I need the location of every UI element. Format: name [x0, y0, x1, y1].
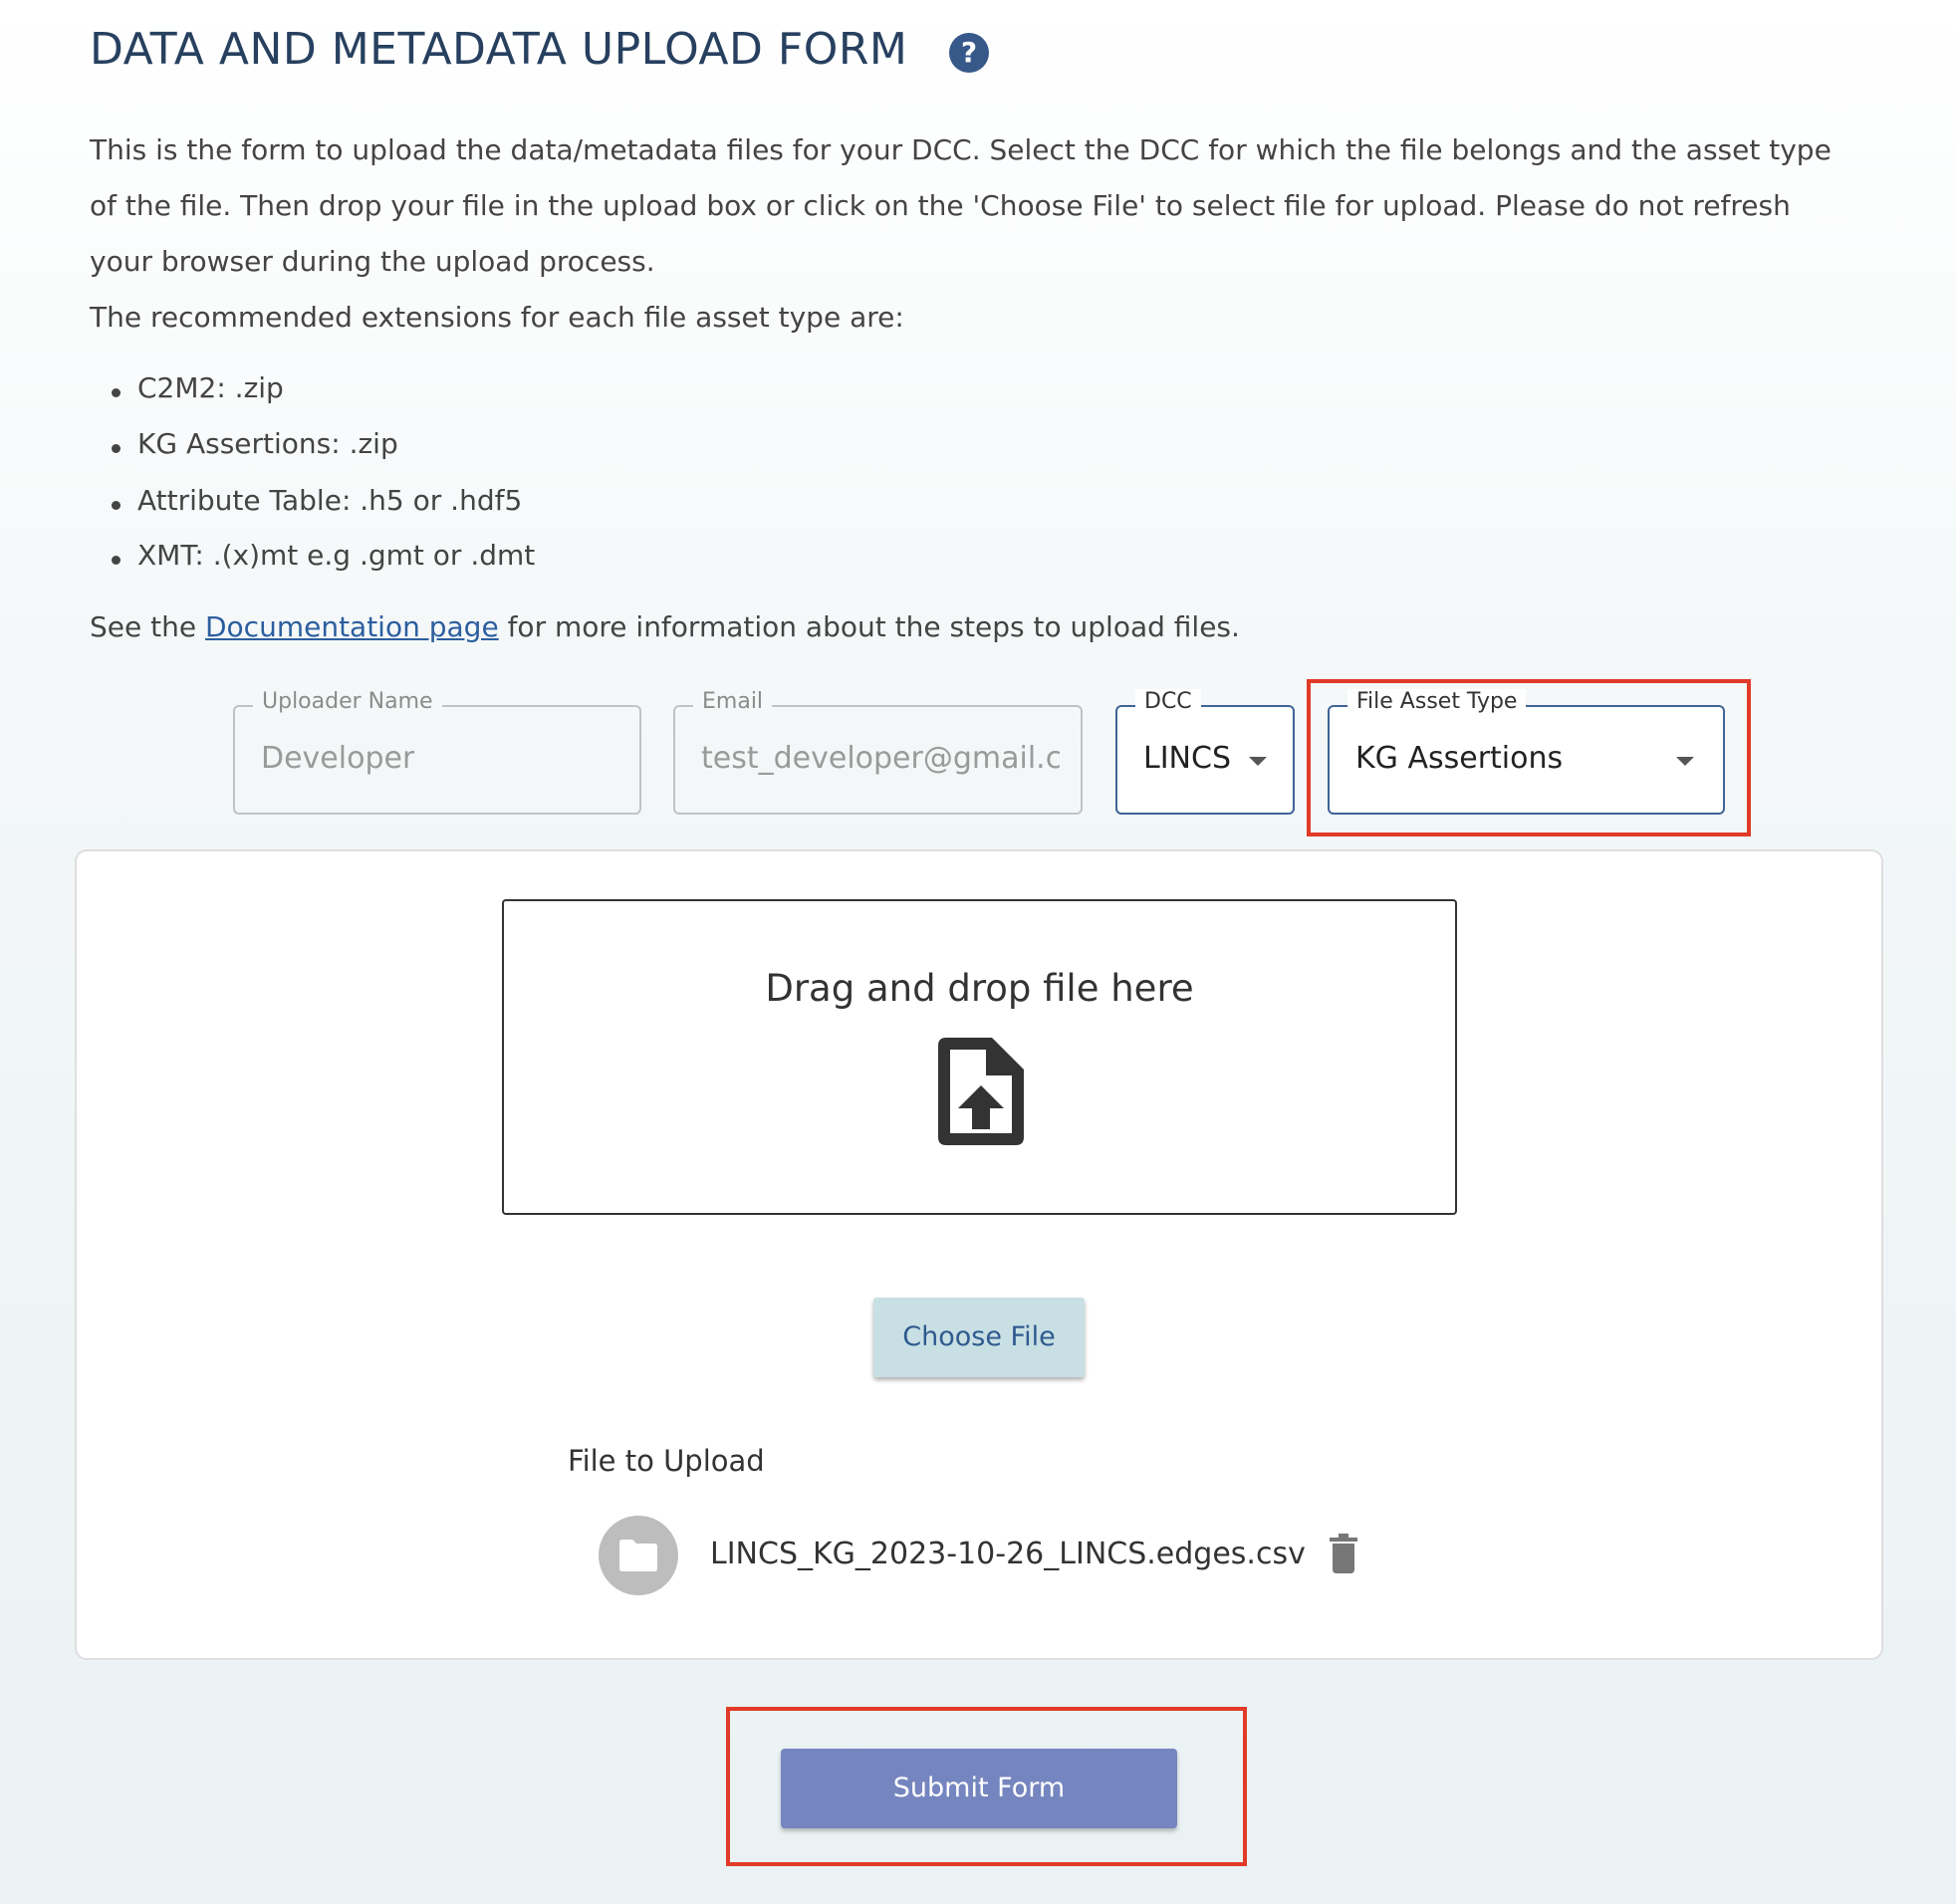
email-label: Email — [693, 689, 773, 714]
intro-line: of the file. Then drop your file in the … — [90, 189, 1791, 222]
uploader-name-field[interactable]: Uploader Name Developer — [233, 689, 641, 815]
extension-item: C2M2: .zip — [112, 371, 284, 404]
dropzone[interactable]: Drag and drop file here — [502, 899, 1457, 1215]
submit-form-button[interactable]: Submit Form — [781, 1749, 1177, 1828]
doc-prefix: See the — [90, 610, 197, 643]
intro-line: This is the form to upload the data/meta… — [90, 133, 1832, 166]
dcc-label: DCC — [1135, 689, 1201, 714]
extension-text: Attribute Table: .h5 or .hdf5 — [137, 484, 523, 517]
dcc-value: LINCS — [1143, 741, 1231, 776]
doc-suffix: for more information about the steps to … — [507, 610, 1240, 643]
file-asset-type-label: File Asset Type — [1347, 689, 1527, 714]
trash-icon[interactable] — [1330, 1534, 1357, 1573]
extension-text: KG Assertions: .zip — [137, 427, 398, 460]
file-upload-icon — [938, 1038, 1024, 1145]
question-circle-icon[interactable]: ? — [949, 33, 989, 73]
extension-item: Attribute Table: .h5 or .hdf5 — [112, 484, 522, 517]
documentation-link[interactable]: Documentation page — [205, 610, 499, 643]
file-asset-type-select[interactable]: File Asset Type KG Assertions — [1328, 689, 1725, 815]
intro-line: The recommended extensions for each file… — [90, 301, 904, 334]
intro-line: your browser during the upload process. — [90, 245, 655, 278]
uploader-name-label: Uploader Name — [253, 689, 442, 714]
file-name: LINCS_KG_2023-10-26_LINCS.edges.csv — [710, 1537, 1306, 1571]
extension-item: KG Assertions: .zip — [112, 427, 398, 460]
choose-file-button[interactable]: Choose File — [873, 1298, 1085, 1377]
chevron-down-icon — [1676, 757, 1694, 766]
page-title: DATA AND METADATA UPLOAD FORM — [90, 24, 908, 75]
email-value: test_developer@gmail.com — [701, 741, 1060, 776]
file-to-upload-label: File to Upload — [568, 1444, 765, 1478]
email-field[interactable]: Email test_developer@gmail.com — [673, 689, 1083, 815]
folder-icon — [599, 1516, 678, 1595]
chevron-down-icon — [1249, 757, 1267, 766]
uploader-name-value: Developer — [261, 741, 415, 776]
dcc-select[interactable]: DCC LINCS — [1115, 689, 1295, 815]
dropzone-text: Drag and drop file here — [765, 967, 1194, 1010]
extension-text: C2M2: .zip — [137, 371, 284, 404]
documentation-note: See the Documentation page for more info… — [90, 610, 1240, 643]
file-asset-type-value: KG Assertions — [1355, 741, 1564, 776]
extension-text: XMT: .(x)mt e.g .gmt or .dmt — [137, 539, 536, 572]
extension-item: XMT: .(x)mt e.g .gmt or .dmt — [112, 539, 535, 572]
